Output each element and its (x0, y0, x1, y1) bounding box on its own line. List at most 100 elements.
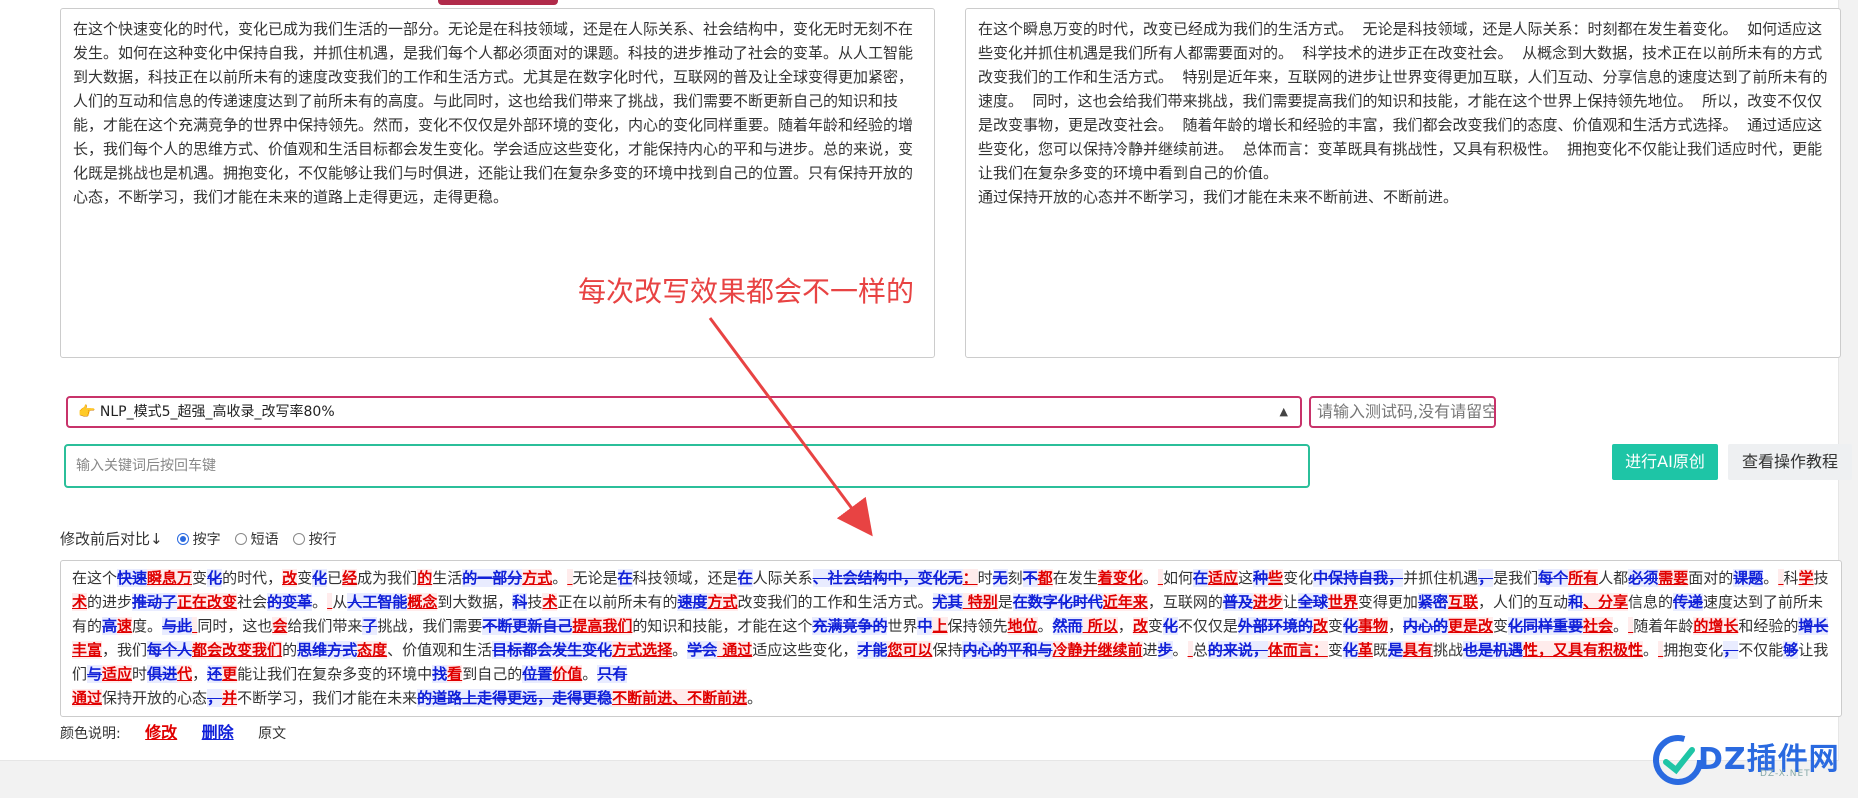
diff-modified-segment: 、分享 (1582, 593, 1628, 611)
diff-original-segment: 是 (997, 593, 1013, 611)
diff-modified-segment: 会 (272, 617, 288, 635)
test-code-input[interactable]: 请输入测试码,没有请留空 (1309, 396, 1496, 428)
tutorial-button[interactable]: 查看操作教程 (1728, 444, 1852, 480)
ai-rewrite-button[interactable]: 进行AI原创 (1612, 444, 1718, 480)
diff-deleted-segment: 在 (737, 569, 753, 587)
diff-modified-segment: 互联 (1447, 593, 1478, 611)
diff-modified-segment: 冷静并继续前 (1052, 641, 1143, 659)
diff-modified-segment: 所以 (1082, 617, 1118, 635)
diff-original-segment: 变 (1147, 617, 1163, 635)
diff-deleted-segment: 内心的平和与 (962, 641, 1053, 659)
diff-modified-segment: 适应 (1208, 569, 1239, 587)
diff-modified-segment: 进步 (1252, 593, 1283, 611)
diff-original-segment: 世界 (887, 617, 918, 635)
diff-deleted-segment: 化同样重要 (1508, 617, 1584, 635)
diff-original-segment: 正在以前所未有的 (557, 593, 678, 611)
diff-deleted-segment: ， (1478, 569, 1494, 587)
diff-original-segment: ， (1117, 617, 1133, 635)
diff-original-segment: 刻 (1007, 569, 1023, 587)
diff-modified-segment: 改 (1132, 617, 1148, 635)
diff-modified-segment: 近年来 (1102, 593, 1148, 611)
keyword-input[interactable]: 输入关键词后按回车键 (64, 444, 1310, 488)
diff-deleted-segment: 化 (1342, 617, 1358, 635)
mode-select[interactable]: 👉 NLP_模式5_超强_高收录_改写率80% ▲ (66, 396, 1302, 428)
diff-original-segment: 面对的 (1688, 569, 1734, 587)
diff-original-segment: 在发生 (1052, 569, 1098, 587)
diff-deleted-segment: 每个人 (147, 641, 193, 659)
diff-original-segment: ，我们 (102, 641, 148, 659)
diff-original-segment: 挑战 (1432, 641, 1463, 659)
diff-deleted-segment: 在 (1192, 569, 1208, 587)
diff-original-segment: 社会 (237, 593, 268, 611)
diff-modified-segment: 术 (72, 593, 88, 611)
rewritten-text-area[interactable]: 在这个瞬息万变的时代，改变已经成为我们的生活方式。 无论是科技领域，还是人际关系… (965, 8, 1841, 358)
diff-original-segment: 。 (672, 641, 688, 659)
diff-deleted-segment: 无 (992, 569, 1008, 587)
diff-original-segment: ，人们的互动 (1477, 593, 1568, 611)
diff-modified-segment: 需要 (1658, 569, 1689, 587)
diff-modified-segment: 术 (542, 593, 558, 611)
diff-deleted-segment: 学会 (687, 641, 718, 659)
legend-title: 颜色说明: (60, 726, 121, 742)
diff-deleted-segment: 还 (207, 665, 223, 683)
diff-modified-segment: 性，又具有积极性 (1522, 641, 1643, 659)
radio-by-phrase[interactable]: 短语 (234, 529, 279, 549)
diff-original-segment: 不仅仅是 (1177, 617, 1238, 635)
diff-modified-segment: 方式选择 (612, 641, 673, 659)
diff-modified-segment: 您可以 (887, 641, 933, 659)
compare-label: 修改前后对比↓ (60, 530, 163, 548)
diff-original-segment: 成为我们 (357, 569, 418, 587)
diff-modified-segment: 并 (222, 689, 238, 707)
diff-modified-segment: 世界 (1327, 593, 1358, 611)
diff-original-segment: 从 (332, 593, 348, 611)
diff-original-segment: 。 (1142, 569, 1158, 587)
diff-original-segment: 这 (1238, 569, 1254, 587)
diff-deleted-segment: 化 (312, 569, 328, 587)
diff-modified-segment: 革 (1357, 641, 1373, 659)
diff-original-segment: 无论是 (572, 569, 618, 587)
diff-deleted-segment: 紧密 (1417, 593, 1448, 611)
diff-deleted-segment: 人工智能 (347, 593, 408, 611)
mode-select-value: 👉 NLP_模式5_超强_高收录_改写率80% (78, 404, 335, 420)
diff-original-segment: 进 (1142, 641, 1158, 659)
radio-label: 短语 (250, 531, 279, 548)
diff-deleted-segment: 了 (362, 617, 378, 635)
diff-deleted-segment: 中保持自我， (1313, 569, 1404, 587)
diff-deleted-segment: 中 (917, 617, 933, 635)
legend-delete: 删除 (201, 723, 234, 742)
diff-original-segment: 时 (977, 569, 993, 587)
diff-deleted-segment: 课题 (1733, 569, 1764, 587)
diff-original-segment: 在这个 (72, 569, 118, 587)
diff-deleted-segment: 是 (1387, 641, 1403, 659)
diff-original-segment: 变 (192, 569, 208, 587)
diff-modified-segment: 通过 (717, 641, 753, 659)
radio-by-char[interactable]: 按字 (176, 529, 221, 549)
diff-original-segment: 。 (312, 593, 328, 611)
diff-modified-segment: ： (962, 569, 978, 587)
diff-deleted-segment: 必须 (1628, 569, 1659, 587)
diff-deleted-segment: 化 (1342, 641, 1358, 659)
diff-deleted-segment: 与 (87, 665, 103, 683)
diff-original-segment: 。 (1613, 617, 1629, 635)
select-caret-icon: ▲ (1279, 405, 1288, 418)
diff-original-segment: 不仅能 (1738, 641, 1784, 659)
diff-deleted-segment: 在数字化时代 (1012, 593, 1103, 611)
compare-mode-row: 修改前后对比↓ 按字 短语 按行 (60, 528, 337, 549)
diff-deleted-segment: 化 (1162, 617, 1178, 635)
diff-deleted-segment: 俱进 (147, 665, 178, 683)
diff-deleted-segment: 不 (1022, 569, 1038, 587)
radio-by-line[interactable]: 按行 (292, 529, 337, 549)
diff-original-segment: 同时，这也 (197, 617, 273, 635)
diff-original-segment: 拥抱变化 (1663, 641, 1724, 659)
diff-original-segment: 变得更加 (1357, 593, 1418, 611)
diff-original-segment: 。 (1037, 617, 1053, 635)
radio-label: 按行 (308, 531, 337, 548)
diff-deleted-segment: 种 (1253, 569, 1269, 587)
diff-modified-segment: 方式 (707, 593, 738, 611)
diff-deleted-segment: 步 (1157, 641, 1173, 659)
diff-modified-segment: 学 (1798, 569, 1814, 587)
diff-deleted-segment: 增长 (1798, 617, 1829, 635)
diff-deleted-segment: 全球 (1297, 593, 1328, 611)
diff-modified-segment: 概念 (407, 593, 438, 611)
diff-modified-segment: 方式 (522, 569, 553, 587)
